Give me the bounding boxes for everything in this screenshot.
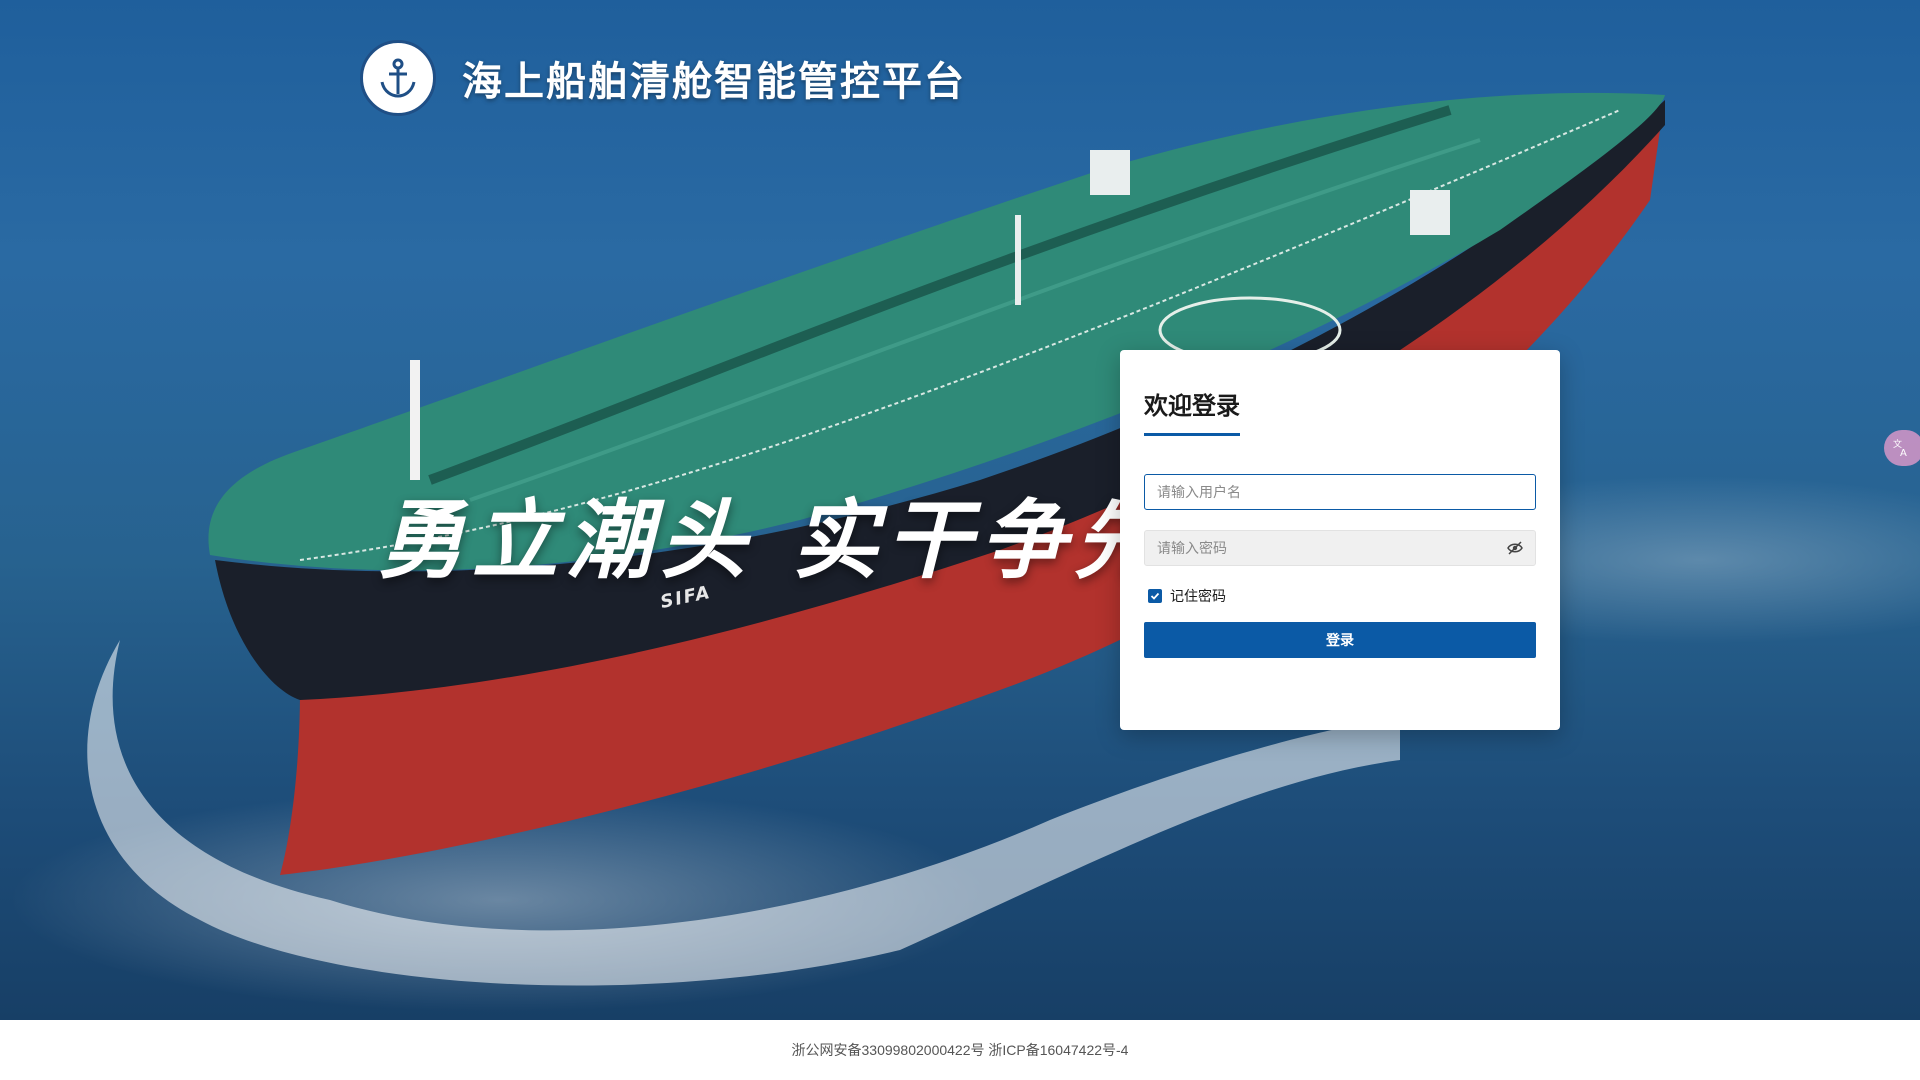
- remember-password[interactable]: 记住密码: [1148, 586, 1226, 606]
- login-title: 欢迎登录: [1144, 386, 1240, 436]
- password-input[interactable]: [1144, 530, 1536, 566]
- login-button[interactable]: 登录: [1144, 622, 1536, 658]
- platform-title: 海上船舶清舱智能管控平台: [462, 59, 966, 105]
- hero-slogan: 勇立潮头 实干争先: [378, 490, 1168, 591]
- deck-mast: [1015, 215, 1021, 305]
- bow-mast: [410, 360, 420, 480]
- anchor-emblem-icon: [360, 40, 436, 116]
- remember-label: 记住密码: [1170, 589, 1226, 605]
- footer: 浙公网安备33099802000422号 浙ICP备16047422号-4: [0, 1020, 1920, 1080]
- username-input[interactable]: [1144, 474, 1536, 510]
- icp-record[interactable]: 浙公网安备33099802000422号 浙ICP备16047422号-4: [792, 1040, 1129, 1060]
- svg-text:A: A: [1900, 448, 1907, 458]
- remember-checkbox[interactable]: [1148, 589, 1162, 603]
- deck-crane: [1090, 150, 1130, 195]
- translate-icon[interactable]: 文 A: [1884, 430, 1920, 466]
- deck-crane-aft: [1410, 190, 1450, 235]
- login-panel: 欢迎登录 记住密码 登录: [1120, 350, 1560, 730]
- eye-off-icon[interactable]: [1506, 540, 1524, 556]
- brand-header: 海上船舶清舱智能管控平台: [360, 40, 966, 116]
